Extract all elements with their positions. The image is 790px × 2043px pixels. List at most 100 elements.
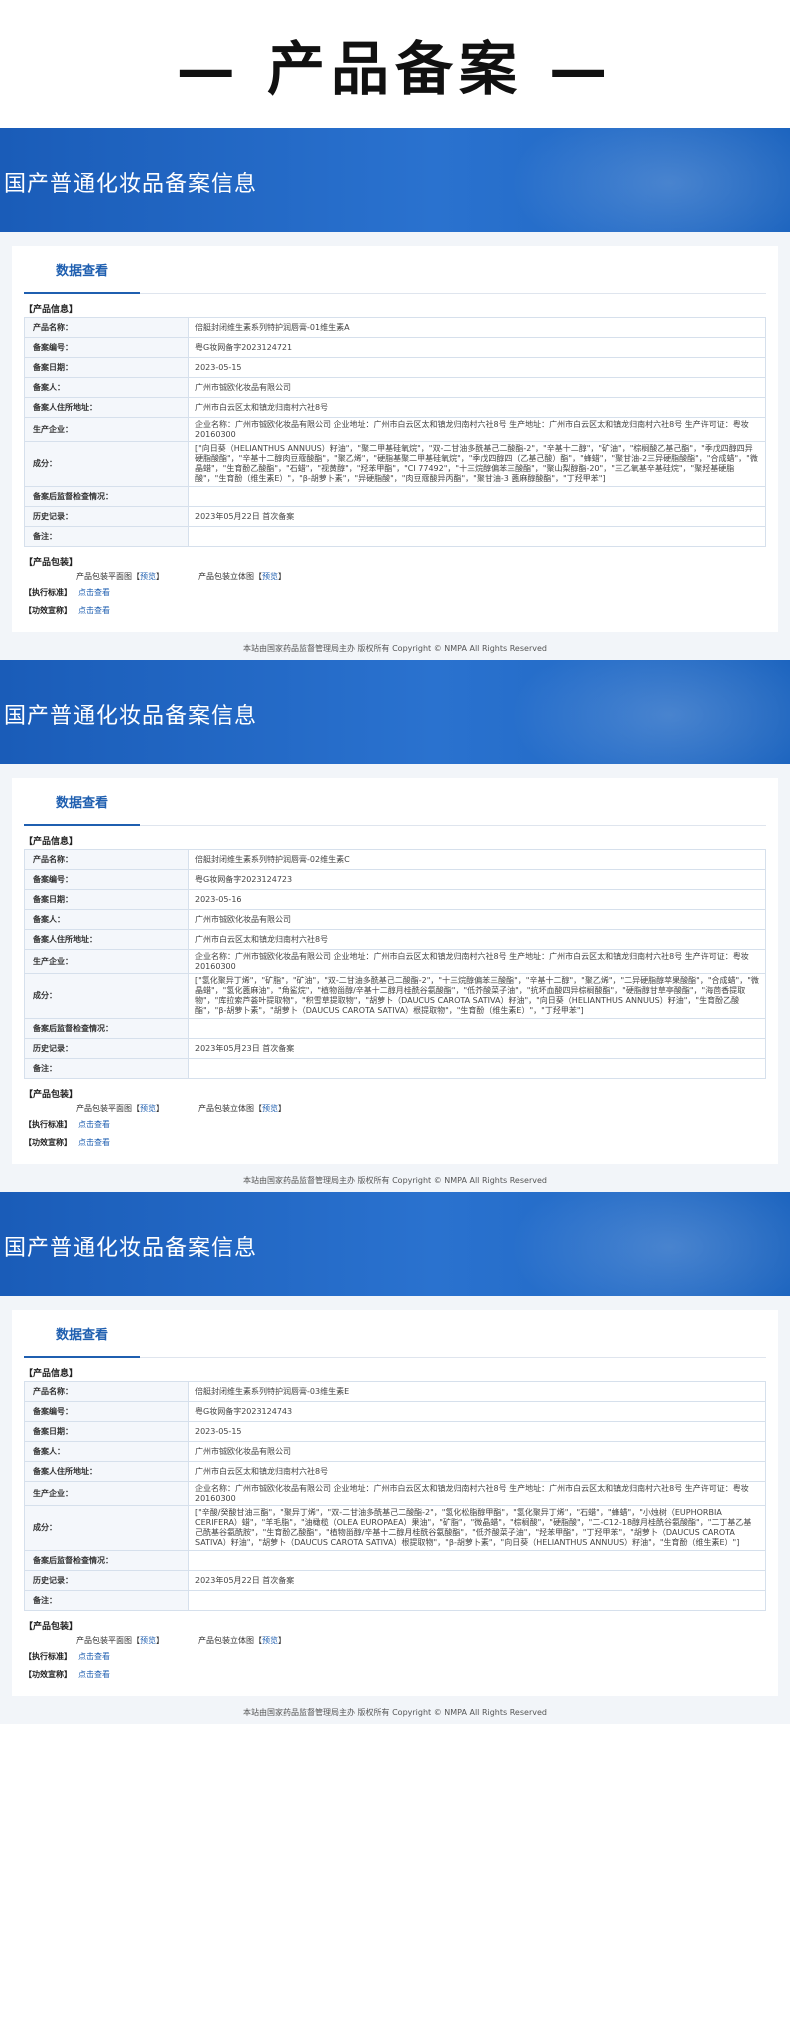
table-row: 生产企业： 企业名称：广州市铖欧化妆品有限公司 企业地址：广州市白云区太和镇龙归… [24,949,766,974]
field-label: 成分： [24,973,189,1019]
remarks-value [188,1058,766,1079]
record-date-value: 2023-05-15 [188,357,766,378]
field-label: 产品名称： [24,1381,189,1402]
product-info-table: 产品名称： 倍艇封闭维生素系列特护润唇膏-02维生素C 备案编号： 粤G妆网备字… [24,849,766,1079]
flat-pkg-preview-link[interactable]: 预览 [140,1636,156,1645]
field-label: 生产企业： [24,1481,189,1506]
table-row: 成分： ["氢化聚异丁烯"，"矿脂"，"矿油"，"双-二甘油多酰基己二酸酯-2"… [24,973,766,1019]
record-panel: 数据查看 【产品信息】 产品名称： 倍艇封闭维生素系列特护润唇膏-01维生素A … [12,246,778,632]
tab-bar: 数据查看 [24,778,766,826]
tab-data-view[interactable]: 数据查看 [24,778,140,826]
table-row: 备案后监督检查情况： [24,486,766,507]
solid-pkg-preview-link[interactable]: 预览 [262,1636,278,1645]
table-row: 备案编号： 粤G妆网备字2023124743 [24,1401,766,1422]
packaging-links: 产品包装平面图【预览】 产品包装立体图【预览】 [76,1634,766,1648]
table-row: 备案日期： 2023-05-15 [24,1421,766,1442]
footer-copyright: 本站由国家药品监督管理局主办 版权所有 Copyright © NMPA All… [0,638,790,660]
field-label: 备案编号： [24,869,189,890]
table-row: 产品名称： 倍艇封闭维生素系列特护润唇膏-02维生素C [24,849,766,870]
bracket: 】 [278,572,286,581]
table-row: 备案人住所地址： 广州市白云区太和镇龙归南村六社8号 [24,1461,766,1482]
table-row: 备注： [24,526,766,547]
field-label: 备注： [24,526,189,547]
record-no-value: 粤G妆网备字2023124723 [188,869,766,890]
table-row: 备案日期： 2023-05-15 [24,357,766,378]
bracket: 】 [156,1104,164,1113]
standard-view-link[interactable]: 点击查看 [78,588,110,597]
table-row: 历史记录： 2023年05月22日 首次备案 [24,1570,766,1591]
record-panel: 数据查看 【产品信息】 产品名称： 倍艇封闭维生素系列特护润唇膏-03维生素E … [12,1310,778,1696]
page-title-text: — 产品备案 — [176,35,614,103]
field-label: 备案日期： [24,357,189,378]
table-row: 备案日期： 2023-05-16 [24,889,766,910]
field-label: 备案编号： [24,1401,189,1422]
field-label: 历史记录： [24,506,189,527]
bracket: 】 [156,572,164,581]
table-row: 成分： ["辛酸/癸酸甘油三酯"，"聚异丁烯"，"双-二甘油多酰基己二酸酯-2"… [24,1505,766,1551]
table-row: 备案人： 广州市铖欧化妆品有限公司 [24,909,766,930]
packaging-label: 【产品包装】 [24,558,79,568]
efficacy-view-link[interactable]: 点击查看 [78,1670,110,1679]
product-info-label: 【产品信息】 [24,305,79,315]
field-label: 备注： [24,1058,189,1079]
tab-data-view[interactable]: 数据查看 [24,246,140,294]
standard-label: 【执行标准】 [24,1120,72,1129]
post-inspection-value [188,486,766,507]
efficacy-label: 【功效宣称】 [24,1670,72,1679]
table-row: 备案编号： 粤G妆网备字2023124721 [24,337,766,358]
banner: 国产普通化妆品备案信息 [0,1192,790,1296]
ingredients-value: ["向日葵（HELIANTHUS ANNUUS）籽油"，"聚二甲基硅氧烷"，"双… [188,441,766,487]
record-block: 国产普通化妆品备案信息 数据查看 【产品信息】 产品名称： 倍艇封闭维生素系列特… [0,128,790,660]
standard-view-link[interactable]: 点击查看 [78,1120,110,1129]
table-row: 生产企业： 企业名称：广州市铖欧化妆品有限公司 企业地址：广州市白云区太和镇龙归… [24,417,766,442]
flat-pkg-label: 产品包装平面图 [76,1104,132,1113]
filer-address-value: 广州市白云区太和镇龙归南村六社8号 [188,1461,766,1482]
standard-label: 【执行标准】 [24,588,72,597]
manufacturer-value: 企业名称：广州市铖欧化妆品有限公司 企业地址：广州市白云区太和镇龙归南村六社8号… [188,417,766,442]
table-row: 备案后监督检查情况： [24,1550,766,1571]
bracket: 】 [278,1104,286,1113]
efficacy-row: 【功效宣称】 点击查看 [24,602,766,620]
record-panel: 数据查看 【产品信息】 产品名称： 倍艇封闭维生素系列特护润唇膏-02维生素C … [12,778,778,1164]
packaging-links: 产品包装平面图【预览】 产品包装立体图【预览】 [76,1102,766,1116]
flat-pkg-preview-link[interactable]: 预览 [140,1104,156,1113]
packaging-links: 产品包装平面图【预览】 产品包装立体图【预览】 [76,570,766,584]
bracket: 】 [278,1636,286,1645]
bracket: 【 [254,1104,262,1113]
filer-address-value: 广州市白云区太和镇龙归南村六社8号 [188,397,766,418]
field-label: 生产企业： [24,949,189,974]
solid-pkg-preview-link[interactable]: 预览 [262,572,278,581]
filer-value: 广州市铖欧化妆品有限公司 [188,909,766,930]
product-name-value: 倍艇封闭维生素系列特护润唇膏-03维生素E [188,1381,766,1402]
solid-pkg-label: 产品包装立体图 [198,1104,254,1113]
banner-title: 国产普通化妆品备案信息 [4,172,258,197]
field-label: 备案人： [24,909,189,930]
table-row: 备注： [24,1590,766,1611]
standard-row: 【执行标准】 点击查看 [24,1648,766,1666]
efficacy-view-link[interactable]: 点击查看 [78,1138,110,1147]
field-label: 产品名称： [24,849,189,870]
panel-wrap: 数据查看 【产品信息】 产品名称： 倍艇封闭维生素系列特护润唇膏-02维生素C … [0,764,790,1170]
history-value: 2023年05月22日 首次备案 [188,506,766,527]
solid-pkg-label: 产品包装立体图 [198,1636,254,1645]
bracket: 【 [254,1636,262,1645]
efficacy-view-link[interactable]: 点击查看 [78,606,110,615]
remarks-value [188,1590,766,1611]
tab-data-view[interactable]: 数据查看 [24,1310,140,1358]
tab-bar: 数据查看 [24,246,766,294]
product-name-value: 倍艇封闭维生素系列特护润唇膏-02维生素C [188,849,766,870]
field-label: 历史记录： [24,1038,189,1059]
standard-view-link[interactable]: 点击查看 [78,1652,110,1661]
ingredients-value: ["辛酸/癸酸甘油三酯"，"聚异丁烯"，"双-二甘油多酰基己二酸酯-2"，"氢化… [188,1505,766,1551]
panel-wrap: 数据查看 【产品信息】 产品名称： 倍艇封闭维生素系列特护润唇膏-03维生素E … [0,1296,790,1702]
efficacy-label: 【功效宣称】 [24,606,72,615]
manufacturer-value: 企业名称：广州市铖欧化妆品有限公司 企业地址：广州市白云区太和镇龙归南村六社8号… [188,1481,766,1506]
field-label: 备案后监督检查情况： [24,486,189,507]
table-row: 历史记录： 2023年05月22日 首次备案 [24,506,766,527]
solid-pkg-preview-link[interactable]: 预览 [262,1104,278,1113]
flat-pkg-preview-link[interactable]: 预览 [140,572,156,581]
table-row: 成分： ["向日葵（HELIANTHUS ANNUUS）籽油"，"聚二甲基硅氧烷… [24,441,766,487]
bracket: 【 [132,1636,140,1645]
field-label: 历史记录： [24,1570,189,1591]
bracket: 【 [132,572,140,581]
